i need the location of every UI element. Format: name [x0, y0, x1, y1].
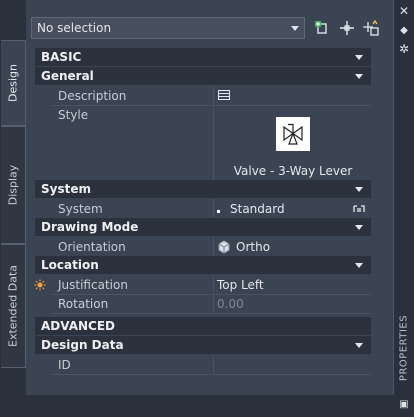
add-selection-icon[interactable] [313, 19, 331, 37]
prop-label: Style [52, 106, 212, 188]
system-value: Standard [230, 202, 285, 216]
cube-icon [218, 240, 230, 254]
panel-title: PROPERTIES [398, 314, 410, 382]
category-location-label: Location [41, 258, 99, 272]
chevron-down-icon [291, 26, 299, 31]
row-gutter [35, 199, 51, 219]
chevron-down-icon[interactable] [355, 55, 363, 60]
prop-label: Justification [52, 275, 212, 295]
pickadd-icon[interactable] [338, 19, 356, 37]
chevron-down-icon[interactable] [355, 74, 363, 79]
select-system-icon[interactable] [353, 203, 365, 215]
category-general-label: General [41, 69, 94, 83]
properties-icon[interactable]: ▣ [397, 398, 411, 412]
prop-value[interactable] [213, 86, 371, 106]
prop-value[interactable]: Valve - 3-Way Lever [213, 106, 371, 188]
category-drawing-mode-label: Drawing Mode [41, 220, 139, 234]
chevron-down-icon[interactable] [355, 343, 363, 348]
selection-value: No selection [37, 21, 112, 35]
tab-extended-data-label: Extended Data [6, 264, 20, 348]
prop-label: System [52, 199, 212, 219]
color-swatch-icon [217, 210, 220, 213]
close-icon[interactable]: ✕ [397, 4, 411, 18]
prop-label: Description [52, 86, 212, 106]
palette-side-strip: ✕ ◆ ✲ PROPERTIES ▣ [393, 0, 414, 417]
row-justification[interactable]: Justification Top Left [34, 275, 371, 295]
category-general[interactable]: General [35, 67, 371, 85]
prop-label: ID [52, 355, 212, 375]
prop-value[interactable]: 0.00 [213, 294, 371, 314]
row-system[interactable]: System Standard [35, 199, 371, 219]
prop-label: Rotation [52, 294, 212, 314]
category-system-label: System [41, 182, 91, 196]
tab-strip: Design Display Extended Data [0, 0, 26, 417]
chevron-down-icon[interactable] [355, 225, 363, 230]
prop-value[interactable] [213, 355, 371, 375]
row-style[interactable]: Style Valve - 3-Way Lever [35, 106, 371, 188]
style-name: Valve - 3-Way Lever [233, 164, 353, 178]
selection-dropdown[interactable]: No selection [31, 17, 305, 39]
prop-value[interactable]: Top Left [213, 275, 371, 295]
row-orientation[interactable]: Orientation Ortho [35, 237, 371, 257]
chevron-down-icon[interactable] [355, 263, 363, 268]
row-gutter [35, 355, 51, 375]
row-gutter [35, 106, 51, 188]
chevron-down-icon[interactable] [355, 187, 363, 192]
section-advanced-label: ADVANCED [41, 319, 116, 333]
row-gutter [34, 275, 51, 295]
property-grid: BASIC General Description Style Valve - … [34, 48, 371, 375]
row-description[interactable]: Description [35, 86, 371, 106]
tab-design[interactable]: Design [1, 40, 26, 126]
row-gutter [35, 86, 51, 106]
row-gutter [35, 237, 51, 257]
category-system[interactable]: System [35, 180, 371, 198]
row-id[interactable]: ID [35, 355, 371, 375]
gear-icon[interactable]: ✲ [397, 42, 411, 56]
tab-design-label: Design [6, 64, 20, 102]
category-design-data-label: Design Data [41, 338, 124, 352]
tab-display[interactable]: Display [1, 126, 26, 244]
list-icon[interactable] [218, 90, 230, 100]
category-design-data[interactable]: Design Data [35, 336, 371, 354]
section-basic[interactable]: BASIC [35, 48, 371, 66]
prop-value[interactable]: Ortho [213, 237, 371, 257]
prop-label: Orientation [52, 237, 212, 257]
section-basic-label: BASIC [41, 50, 82, 64]
palette-footer [26, 395, 394, 417]
tab-extended-data[interactable]: Extended Data [1, 244, 26, 368]
star-icon [34, 279, 46, 291]
prop-value[interactable]: Standard [213, 199, 371, 219]
quick-select-icon[interactable] [362, 19, 380, 37]
row-gutter [35, 294, 51, 314]
move-icon[interactable]: ◆ [397, 24, 411, 38]
style-preview-image [276, 117, 310, 151]
category-drawing-mode[interactable]: Drawing Mode [35, 218, 371, 236]
row-rotation[interactable]: Rotation 0.00 [35, 294, 371, 314]
category-location[interactable]: Location [35, 256, 371, 274]
properties-palette: Design Display Extended Data No selectio… [0, 0, 414, 417]
orientation-value: Ortho [236, 240, 271, 254]
tab-display-label: Display [6, 164, 20, 206]
section-advanced[interactable]: ADVANCED [35, 317, 371, 335]
